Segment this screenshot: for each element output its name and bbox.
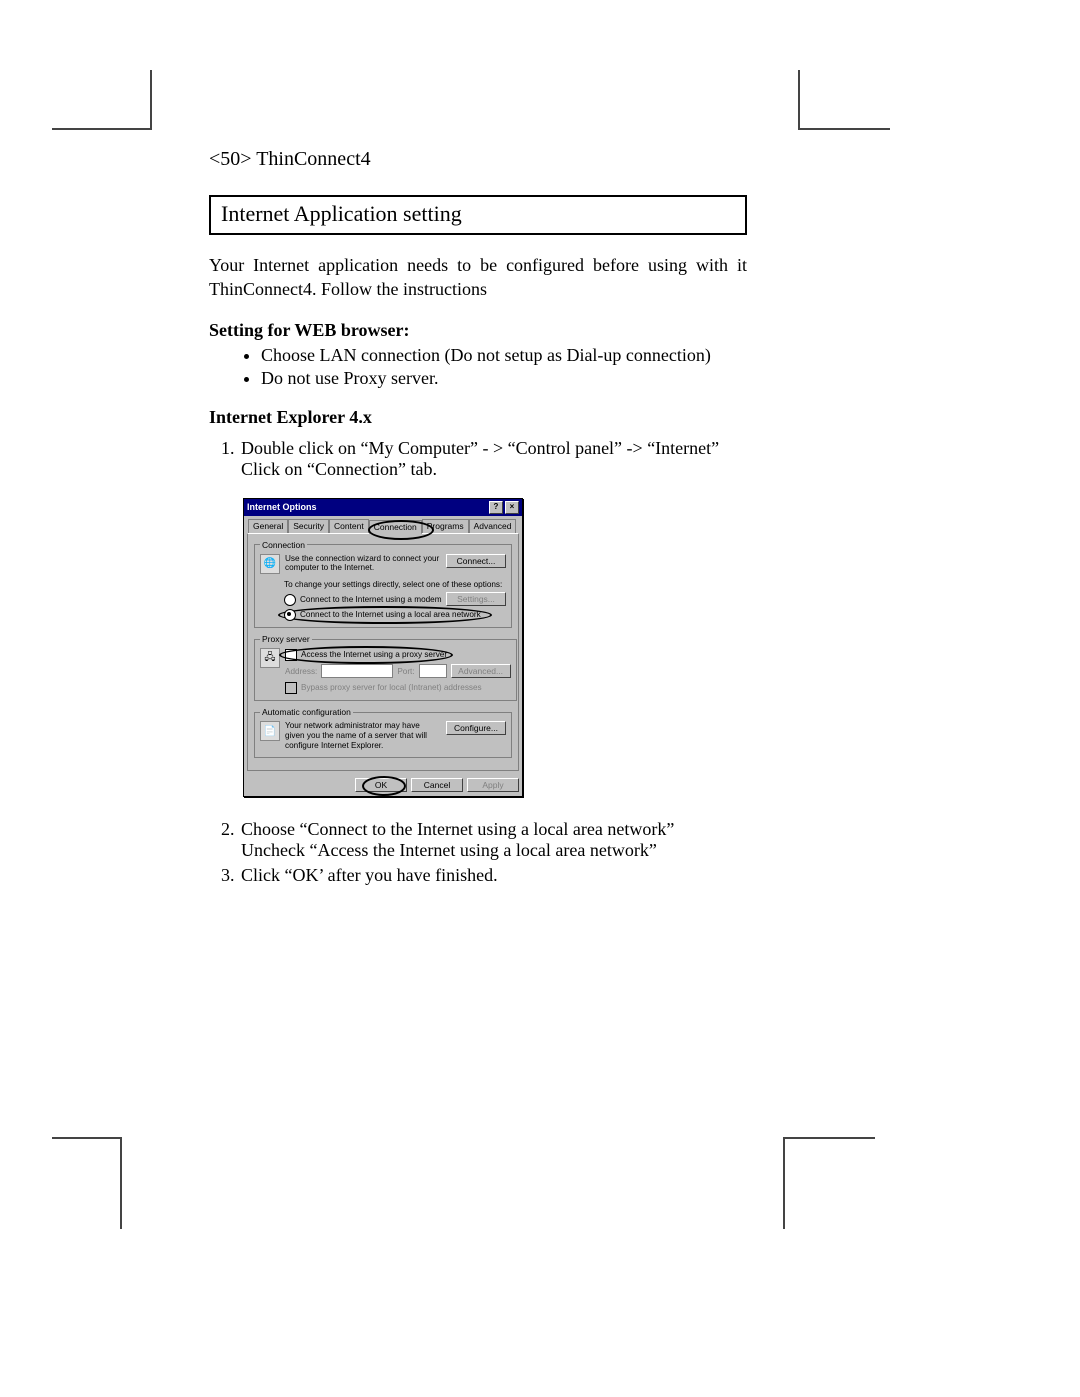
- cancel-button[interactable]: Cancel: [411, 778, 463, 792]
- radio-lan-label: Connect to the Internet using a local ar…: [300, 610, 506, 620]
- advanced-button[interactable]: Advanced...: [451, 664, 511, 678]
- tab-label: Connection: [374, 522, 417, 532]
- step-item: Click “OK’ after you have finished.: [239, 865, 747, 886]
- autoconfig-group: Automatic configuration 📄 Your network a…: [254, 707, 512, 758]
- crop-mark: [52, 70, 152, 130]
- address-input[interactable]: [321, 664, 393, 678]
- internet-options-dialog: Internet Options ? × General Security Co…: [243, 498, 523, 797]
- step-item: Choose “Connect to the Internet using a …: [239, 819, 747, 861]
- dialog-title: Internet Options: [247, 502, 317, 512]
- radio-modem-label: Connect to the Internet using a modem: [300, 595, 442, 605]
- step-text: Double click on “My Computer” - > “Contr…: [241, 438, 719, 458]
- close-button[interactable]: ×: [505, 501, 519, 514]
- radio-modem[interactable]: [284, 594, 296, 606]
- step-text: Click “OK’ after you have finished.: [241, 865, 498, 885]
- proxy-checkbox[interactable]: [285, 649, 297, 661]
- web-browser-heading: Setting for WEB browser:: [209, 320, 747, 341]
- crop-mark: [798, 70, 890, 130]
- tab-programs[interactable]: Programs: [422, 519, 469, 533]
- bypass-checkbox[interactable]: [285, 682, 297, 694]
- address-label: Address:: [285, 667, 317, 677]
- document-icon: 📄: [260, 721, 280, 741]
- globe-icon: 🌐: [260, 554, 280, 574]
- intro-text: Your Internet application needs to be co…: [209, 253, 747, 302]
- tab-advanced[interactable]: Advanced: [469, 519, 517, 533]
- crop-mark: [783, 1137, 875, 1229]
- settings-button[interactable]: Settings...: [446, 592, 506, 606]
- group-legend: Automatic configuration: [260, 707, 353, 717]
- connection-group: Connection 🌐 Use the connection wizard t…: [254, 540, 512, 629]
- tab-content[interactable]: Content: [329, 519, 369, 533]
- wizard-text: Use the connection wizard to connect you…: [285, 554, 441, 574]
- apply-button[interactable]: Apply: [467, 778, 519, 792]
- crop-mark: [52, 1137, 122, 1229]
- proxy-group: Proxy server 🖧 Access the Internet using…: [254, 634, 517, 701]
- tab-connection[interactable]: Connection: [369, 520, 422, 534]
- port-input[interactable]: [419, 664, 447, 678]
- group-legend: Proxy server: [260, 634, 312, 644]
- autoconfig-text: Your network administrator may have give…: [285, 721, 441, 751]
- ie4-heading: Internet Explorer 4.x: [209, 407, 747, 428]
- ok-button[interactable]: OK: [355, 778, 407, 792]
- help-button[interactable]: ?: [489, 501, 503, 514]
- connect-button[interactable]: Connect...: [446, 554, 506, 568]
- group-legend: Connection: [260, 540, 307, 550]
- port-label: Port:: [397, 667, 414, 677]
- step-text: Click on “Connection” tab.: [241, 459, 747, 480]
- step-text: Choose “Connect to the Internet using a …: [241, 819, 674, 839]
- configure-button[interactable]: Configure...: [446, 721, 506, 735]
- proxy-icon: 🖧: [260, 648, 280, 668]
- tab-security[interactable]: Security: [288, 519, 329, 533]
- tab-general[interactable]: General: [248, 519, 288, 533]
- bullet-item: Do not use Proxy server.: [261, 368, 747, 389]
- radio-lan[interactable]: [284, 609, 296, 621]
- page-header: <50> ThinConnect4: [209, 148, 747, 171]
- bullet-item: Choose LAN connection (Do not setup as D…: [261, 345, 747, 366]
- section-title: Internet Application setting: [209, 195, 747, 235]
- proxy-checkbox-label: Access the Internet using a proxy server: [301, 650, 447, 660]
- step-item: Double click on “My Computer” - > “Contr…: [239, 438, 747, 480]
- change-settings-text: To change your settings directly, select…: [284, 580, 506, 590]
- bypass-label: Bypass proxy server for local (Intranet)…: [301, 683, 482, 693]
- step-text: Uncheck “Access the Internet using a loc…: [241, 840, 747, 861]
